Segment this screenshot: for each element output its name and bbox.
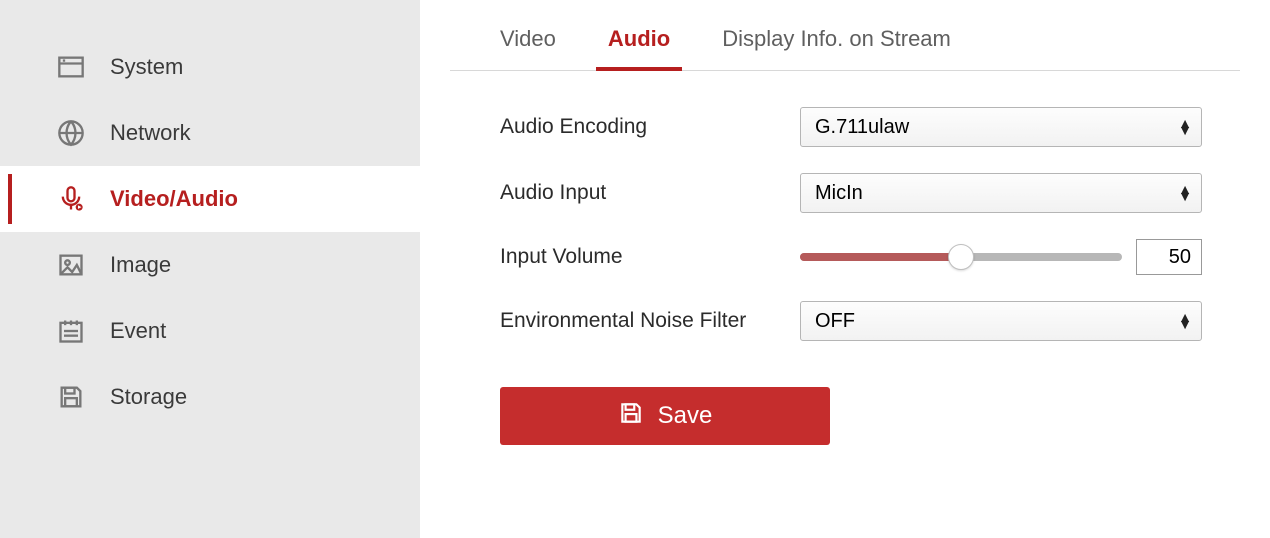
select-noise-filter[interactable]: OFF [800,301,1202,341]
image-icon [56,250,86,280]
select-audio-input-wrap: MicIn ▲▼ [800,173,1202,213]
sidebar-item-label: Network [110,120,191,146]
select-audio-encoding[interactable]: G.711ulaw [800,107,1202,147]
tab-video[interactable]: Video [474,26,582,70]
label-audio-input: Audio Input [500,181,800,205]
main-panel: Video Audio Display Info. on Stream Audi… [420,0,1270,538]
sidebar: System Network Video/Audio Image Event S… [0,0,420,538]
save-button[interactable]: Save [500,387,830,445]
save-icon [56,382,86,412]
row-input-volume: Input Volume [500,239,1240,275]
sidebar-item-event[interactable]: Event [0,298,420,364]
slider-thumb[interactable] [948,244,974,270]
globe-icon [56,118,86,148]
select-noise-filter-wrap: OFF ▲▼ [800,301,1202,341]
calendar-icon [56,316,86,346]
sidebar-item-label: Event [110,318,166,344]
row-audio-input: Audio Input MicIn ▲▼ [500,173,1240,213]
input-volume-value[interactable] [1136,239,1202,275]
sidebar-item-label: Storage [110,384,187,410]
sidebar-item-label: Video/Audio [110,186,238,212]
label-audio-encoding: Audio Encoding [500,115,800,139]
save-disk-icon [618,400,644,433]
sidebar-item-storage[interactable]: Storage [0,364,420,430]
tab-display-info[interactable]: Display Info. on Stream [696,26,977,70]
sidebar-item-video-audio[interactable]: Video/Audio [0,166,420,232]
sidebar-item-label: Image [110,252,171,278]
sidebar-item-network[interactable]: Network [0,100,420,166]
label-noise-filter: Environmental Noise Filter [500,309,800,333]
sidebar-item-image[interactable]: Image [0,232,420,298]
row-noise-filter: Environmental Noise Filter OFF ▲▼ [500,301,1240,341]
mic-icon [56,184,86,214]
slider-input-volume-wrap [800,239,1202,275]
window-icon [56,52,86,82]
tabs: Video Audio Display Info. on Stream [450,26,1240,71]
select-audio-encoding-wrap: G.711ulaw ▲▼ [800,107,1202,147]
slider-input-volume[interactable] [800,253,1122,261]
sidebar-item-system[interactable]: System [0,34,420,100]
row-audio-encoding: Audio Encoding G.711ulaw ▲▼ [500,107,1240,147]
sidebar-item-label: System [110,54,183,80]
select-audio-input[interactable]: MicIn [800,173,1202,213]
tab-audio[interactable]: Audio [582,26,696,70]
audio-form: Audio Encoding G.711ulaw ▲▼ Audio Input … [450,107,1240,341]
save-button-label: Save [658,402,713,430]
slider-fill [800,253,961,261]
label-input-volume: Input Volume [500,245,800,269]
